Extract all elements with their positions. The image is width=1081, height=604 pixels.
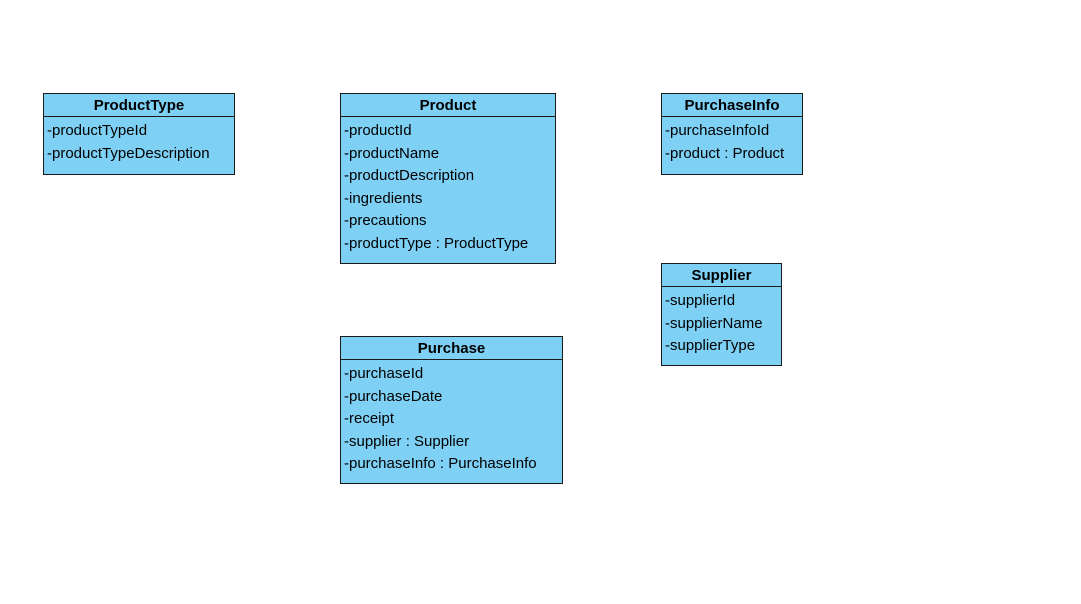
attribute: -supplierId <box>665 292 736 309</box>
class-name: PurchaseInfo <box>662 94 802 117</box>
attribute: -productTypeDescription <box>47 144 210 162</box>
attribute-list: -supplierId -supplierName -supplierType <box>662 287 781 358</box>
attribute-list: -productTypeId -productTypeDescription <box>44 117 234 165</box>
class-name: Product <box>341 94 555 117</box>
class-product[interactable]: Product -productId -productName -product… <box>340 93 556 264</box>
class-name: Purchase <box>341 337 562 360</box>
attribute-list: -purchaseInfoId -product : Product <box>662 117 802 165</box>
attribute: -productDescription <box>344 167 475 185</box>
attribute: -receipt <box>344 410 395 428</box>
attribute: -productType : ProductType <box>344 234 529 252</box>
class-purchase[interactable]: Purchase -purchaseId -purchaseDate -rece… <box>340 336 563 484</box>
class-purchaseinfo[interactable]: PurchaseInfo -purchaseInfoId -product : … <box>661 93 803 175</box>
attribute: -supplierType <box>665 337 756 355</box>
attribute: -precautions <box>344 212 427 230</box>
attribute: -supplier : Supplier <box>344 432 470 450</box>
attribute: -productName <box>344 144 440 162</box>
attribute: -product : Product <box>665 144 785 162</box>
class-name: Supplier <box>662 264 781 287</box>
class-name: ProductType <box>44 94 234 117</box>
attribute-list: -productId -productName -productDescript… <box>341 117 555 256</box>
attribute: -supplierName <box>665 314 763 332</box>
attribute: -ingredients <box>344 189 423 207</box>
attribute: -productId <box>344 122 412 139</box>
class-producttype[interactable]: ProductType -productTypeId -productTypeD… <box>43 93 235 175</box>
class-supplier[interactable]: Supplier -supplierId -supplierName -supp… <box>661 263 782 366</box>
attribute: -purchaseInfo : PurchaseInfo <box>344 455 537 473</box>
attribute: -purchaseDate <box>344 387 443 405</box>
attribute: -productTypeId <box>47 122 148 139</box>
attribute-list: -purchaseId -purchaseDate -receipt -supp… <box>341 360 562 476</box>
attribute: -purchaseId <box>344 365 424 382</box>
attribute: -purchaseInfoId <box>665 122 770 139</box>
